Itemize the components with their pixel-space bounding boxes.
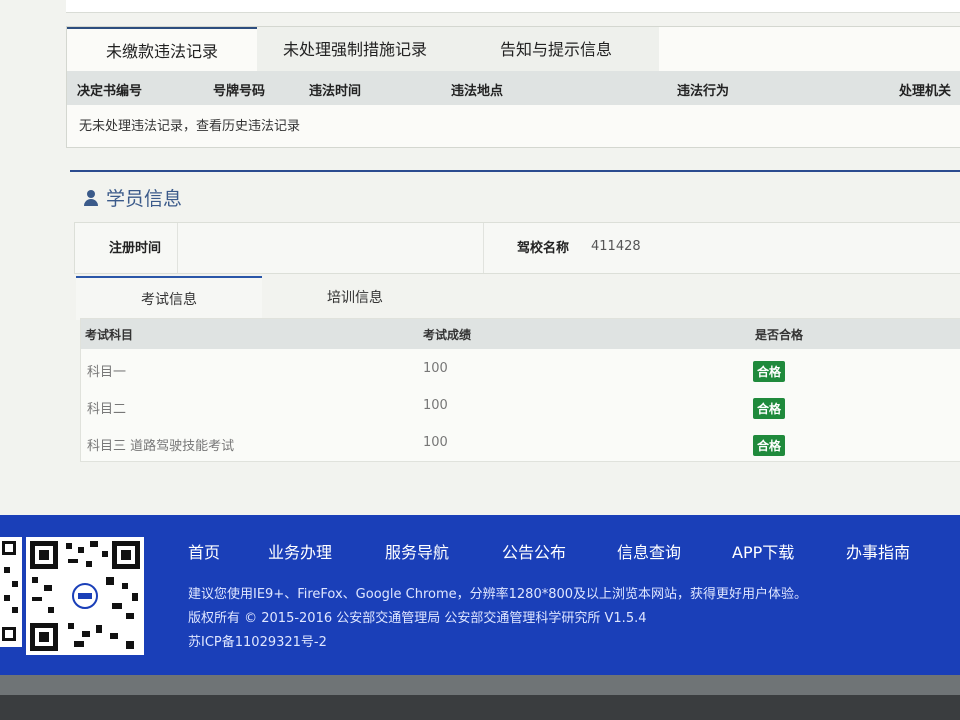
info-separator-2 <box>483 223 484 273</box>
col-decision-no: 决定书编号 <box>77 84 143 99</box>
user-icon <box>84 190 98 206</box>
exam-subject: 科目二 <box>87 402 127 417</box>
violation-table-header: 决定书编号 号牌号码 违法时间 违法地点 违法行为 处理机关 <box>67 71 960 105</box>
site-footer: 首页 业务办理 服务导航 公告公布 信息查询 APP下载 办事指南 建议您使用I… <box>0 515 960 675</box>
col-exam-subject: 考试科目 <box>85 328 134 342</box>
col-plate-no: 号牌号码 <box>213 84 266 99</box>
exam-table: 考试科目 考试成绩 是否合格 科目一 100 合格 科目二 100 合格 科目三… <box>80 318 960 462</box>
no-violation-message[interactable]: 无未处理违法记录，查看历史违法记录 <box>79 115 300 134</box>
pass-badge: 合格 <box>753 398 786 419</box>
table-row: 科目二 100 合格 <box>81 388 960 425</box>
col-violation-time: 违法时间 <box>309 84 362 99</box>
exam-score: 100 <box>423 361 448 376</box>
nav-service-guide[interactable]: 服务导航 <box>385 539 449 563</box>
exam-table-header: 考试科目 考试成绩 是否合格 <box>81 319 960 349</box>
tab-unprocessed-measures[interactable]: 未处理强制措施记录 <box>257 27 453 71</box>
section-divider <box>70 170 960 172</box>
exam-score: 100 <box>423 398 448 413</box>
pass-badge: 合格 <box>753 435 786 456</box>
student-title-text: 学员信息 <box>106 188 183 210</box>
top-cutoff-strip <box>66 0 960 13</box>
tab-notices[interactable]: 告知与提示信息 <box>453 27 659 71</box>
tab-exam-info[interactable]: 考试信息 <box>76 276 262 320</box>
icp-record[interactable]: 苏ICP备11029321号-2 <box>188 631 327 650</box>
exam-subject: 科目三 道路驾驶技能考试 <box>87 439 235 454</box>
tab-training-info[interactable]: 培训信息 <box>262 276 448 318</box>
student-section-title: 学员信息 <box>84 184 182 211</box>
nav-announcements[interactable]: 公告公布 <box>502 539 566 563</box>
exam-tabs: 考试信息 培训信息 <box>76 276 960 320</box>
school-value: 411428 <box>591 239 641 254</box>
copyright: 版权所有 © 2015-2016 公安部交通管理局 公安部交通管理科学研究所 V… <box>188 611 647 626</box>
col-authority: 处理机关 <box>899 84 952 99</box>
violation-tabs: 未缴款违法记录 未处理强制措施记录 告知与提示信息 <box>67 27 960 73</box>
main-page: 未缴款违法记录 未处理强制措施记录 告知与提示信息 决定书编号 号牌号码 违法时… <box>0 0 960 515</box>
tab-unpaid-violations[interactable]: 未缴款违法记录 <box>67 27 257 73</box>
nav-home[interactable]: 首页 <box>188 539 220 563</box>
pass-badge: 合格 <box>753 361 786 382</box>
nav-app-download[interactable]: APP下载 <box>732 539 794 563</box>
exam-score: 100 <box>423 435 448 450</box>
table-row: 科目一 100 合格 <box>81 351 960 388</box>
student-info-box: 注册时间 驾校名称 411428 <box>74 222 960 274</box>
bezel-reflection <box>0 675 960 695</box>
monitor-bezel <box>0 675 960 720</box>
nav-business[interactable]: 业务办理 <box>268 539 332 563</box>
col-exam-pass: 是否合格 <box>755 328 804 342</box>
table-row: 科目三 道路驾驶技能考试 100 合格 <box>81 425 960 462</box>
reg-time-label: 注册时间 <box>109 241 162 256</box>
qr-code-partial <box>0 537 22 647</box>
col-violation-location: 违法地点 <box>451 84 504 99</box>
info-separator <box>177 223 178 273</box>
school-label: 驾校名称 <box>517 241 570 256</box>
browser-recommendation: 建议您使用IE9+、FireFox、Google Chrome，分辨率1280*… <box>188 587 808 602</box>
violation-panel: 未缴款违法记录 未处理强制措施记录 告知与提示信息 决定书编号 号牌号码 违法时… <box>66 26 960 148</box>
col-exam-score: 考试成绩 <box>423 328 472 342</box>
nav-info-query[interactable]: 信息查询 <box>617 539 681 563</box>
exam-subject: 科目一 <box>87 365 127 380</box>
qr-code <box>26 537 144 655</box>
col-violation-act: 违法行为 <box>677 84 730 99</box>
nav-guide[interactable]: 办事指南 <box>846 539 910 563</box>
